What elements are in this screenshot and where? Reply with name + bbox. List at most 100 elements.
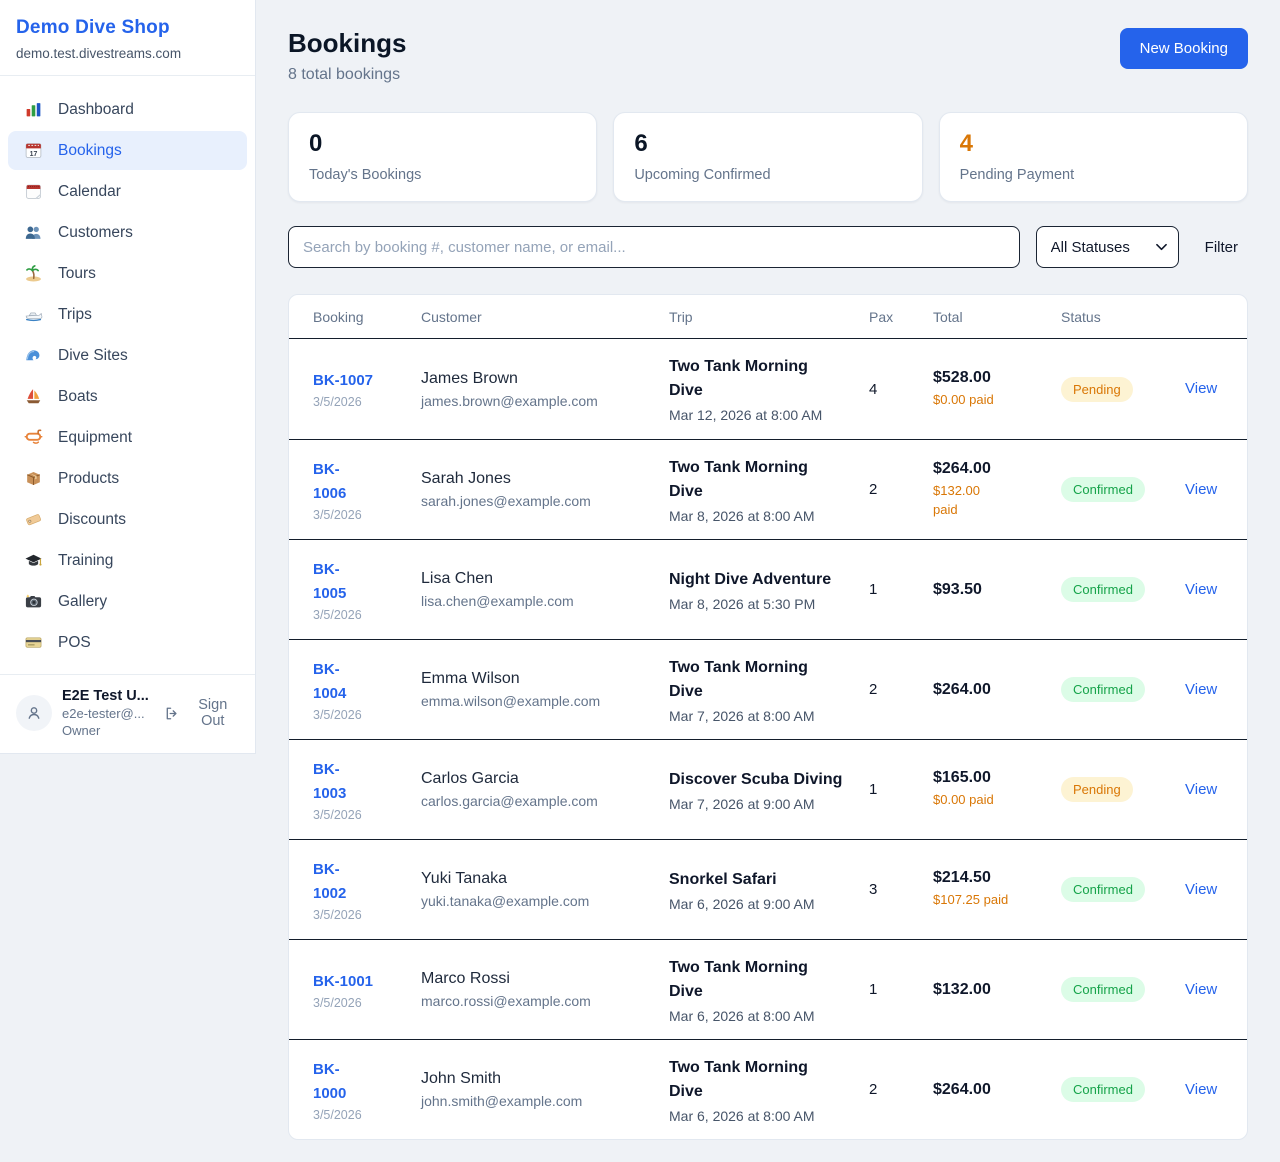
table-row: BK- 1006 3/5/2026 Sarah Jones sarah.jone… (289, 439, 1247, 539)
table-row: BK- 1003 3/5/2026 Carlos Garcia carlos.g… (289, 739, 1247, 839)
total-amount: $264.00 (933, 460, 1049, 478)
sidebar-item-discounts[interactable]: Discounts (8, 500, 247, 539)
status-select[interactable]: All Statuses (1036, 226, 1179, 268)
customer-name: Carlos Garcia (421, 770, 657, 788)
trip-datetime: Mar 6, 2026 at 8:00 AM (669, 1108, 857, 1124)
sidebar-item-trips[interactable]: Trips (8, 295, 247, 334)
table-header-row: BookingCustomerTripPaxTotalStatus (289, 295, 1247, 339)
sidebar-item-tours[interactable]: Tours (8, 254, 247, 293)
total-cell: $264.00 (933, 681, 1049, 699)
pax-value: 4 (869, 381, 921, 398)
status-cell: Confirmed (1061, 577, 1173, 602)
sidebar-item-pos[interactable]: POS (8, 623, 247, 662)
stat-label: Upcoming Confirmed (634, 167, 901, 183)
stat-card-1: 6 Upcoming Confirmed (613, 112, 922, 202)
booking-id-link[interactable]: BK- 1000 (313, 1058, 409, 1106)
stat-value: 0 (309, 130, 576, 158)
brand-name: Demo Dive Shop (16, 17, 239, 39)
trip-datetime: Mar 8, 2026 at 5:30 PM (669, 596, 857, 612)
column-header: Pax (869, 309, 921, 325)
package-icon (24, 469, 43, 488)
sidebar-item-label: Products (58, 470, 119, 488)
speedboat-icon (24, 305, 43, 324)
view-link[interactable]: View (1185, 481, 1217, 498)
booking-id-link[interactable]: BK-1001 (313, 970, 409, 994)
total-amount: $132.00 (933, 981, 1049, 999)
booking-id-link[interactable]: BK- 1005 (313, 558, 409, 606)
customer-email: lisa.chen@example.com (421, 593, 657, 609)
customer-cell: James Brown james.brown@example.com (421, 370, 657, 409)
total-cell: $528.00 $0.00 paid (933, 369, 1049, 410)
trip-name: Snorkel Safari (669, 868, 843, 892)
dive-mask-icon (24, 428, 43, 447)
main-content: Bookings 8 total bookings New Booking 0T… (256, 0, 1280, 1162)
booking-cell: BK- 1006 3/5/2026 (313, 458, 409, 522)
trip-datetime: Mar 8, 2026 at 8:00 AM (669, 508, 857, 524)
table-row: BK- 1004 3/5/2026 Emma Wilson emma.wilso… (289, 639, 1247, 739)
status-cell: Confirmed (1061, 877, 1173, 902)
view-link[interactable]: View (1185, 1081, 1217, 1098)
total-amount: $214.50 (933, 869, 1049, 887)
sidebar-item-products[interactable]: Products (8, 459, 247, 498)
sidebar-item-equipment[interactable]: Equipment (8, 418, 247, 457)
booking-id-link[interactable]: BK- 1002 (313, 858, 409, 906)
sidebar-item-boats[interactable]: Boats (8, 377, 247, 416)
sidebar-item-dashboard[interactable]: Dashboard (8, 90, 247, 129)
sign-out-label: Sign Out (187, 697, 239, 729)
status-badge: Pending (1061, 377, 1133, 402)
view-link[interactable]: View (1185, 981, 1217, 998)
booking-id-link[interactable]: BK- 1004 (313, 658, 409, 706)
trip-cell: Discover Scuba Diving Mar 7, 2026 at 9:0… (669, 768, 857, 812)
booking-id-link[interactable]: BK-1007 (313, 369, 409, 393)
brand-block: Demo Dive Shop demo.test.divestreams.com (0, 0, 255, 76)
column-header: Trip (669, 309, 857, 325)
view-link[interactable]: View (1185, 681, 1217, 698)
new-booking-button[interactable]: New Booking (1120, 28, 1248, 69)
status-cell: Confirmed (1061, 977, 1173, 1002)
action-cell: View (1185, 581, 1223, 599)
sidebar-item-customers[interactable]: Customers (8, 213, 247, 252)
total-amount: $165.00 (933, 769, 1049, 787)
status-badge: Confirmed (1061, 1077, 1145, 1102)
sidebar-item-label: Calendar (58, 183, 121, 201)
sidebar-item-label: Tours (58, 265, 96, 283)
customer-name: Sarah Jones (421, 470, 657, 488)
customer-name: Yuki Tanaka (421, 870, 657, 888)
sidebar-item-bookings[interactable]: 17Bookings (8, 131, 247, 170)
search-input[interactable] (288, 226, 1020, 268)
stat-value: 6 (634, 130, 901, 158)
user-meta: E2E Test U... e2e-tester@... Owner (62, 688, 154, 738)
view-link[interactable]: View (1185, 380, 1217, 397)
view-link[interactable]: View (1185, 881, 1217, 898)
svg-text:17: 17 (30, 151, 38, 158)
pax-value: 2 (869, 481, 921, 498)
paid-amount: $132.00 paid (933, 482, 1049, 520)
paid-amount: $0.00 paid (933, 391, 1049, 410)
sidebar-item-dive-sites[interactable]: Dive Sites (8, 336, 247, 375)
stat-label: Pending Payment (960, 167, 1227, 183)
pax-value: 2 (869, 1081, 921, 1098)
column-header: Booking (313, 309, 409, 325)
sidebar-item-training[interactable]: Training (8, 541, 247, 580)
status-badge: Confirmed (1061, 577, 1145, 602)
booking-id-link[interactable]: BK- 1006 (313, 458, 409, 506)
pax-value: 1 (869, 581, 921, 598)
customer-name: James Brown (421, 370, 657, 388)
booking-cell: BK- 1004 3/5/2026 (313, 658, 409, 722)
sidebar-item-calendar[interactable]: Calendar (8, 172, 247, 211)
filter-button[interactable]: Filter (1195, 239, 1248, 256)
booking-date: 3/5/2026 (313, 608, 409, 622)
view-link[interactable]: View (1185, 781, 1217, 798)
trip-name: Two Tank Morning Dive (669, 1056, 843, 1104)
view-link[interactable]: View (1185, 581, 1217, 598)
table-row: BK- 1002 3/5/2026 Yuki Tanaka yuki.tanak… (289, 839, 1247, 939)
sidebar-item-gallery[interactable]: Gallery (8, 582, 247, 621)
booking-id-link[interactable]: BK- 1003 (313, 758, 409, 806)
customer-name: Lisa Chen (421, 570, 657, 588)
customer-cell: Yuki Tanaka yuki.tanaka@example.com (421, 870, 657, 909)
status-badge: Confirmed (1061, 977, 1145, 1002)
sign-out-button[interactable]: Sign Out (164, 697, 239, 729)
booking-date: 3/5/2026 (313, 508, 409, 522)
paid-amount: $0.00 paid (933, 791, 1049, 810)
calendar-icon (24, 182, 43, 201)
